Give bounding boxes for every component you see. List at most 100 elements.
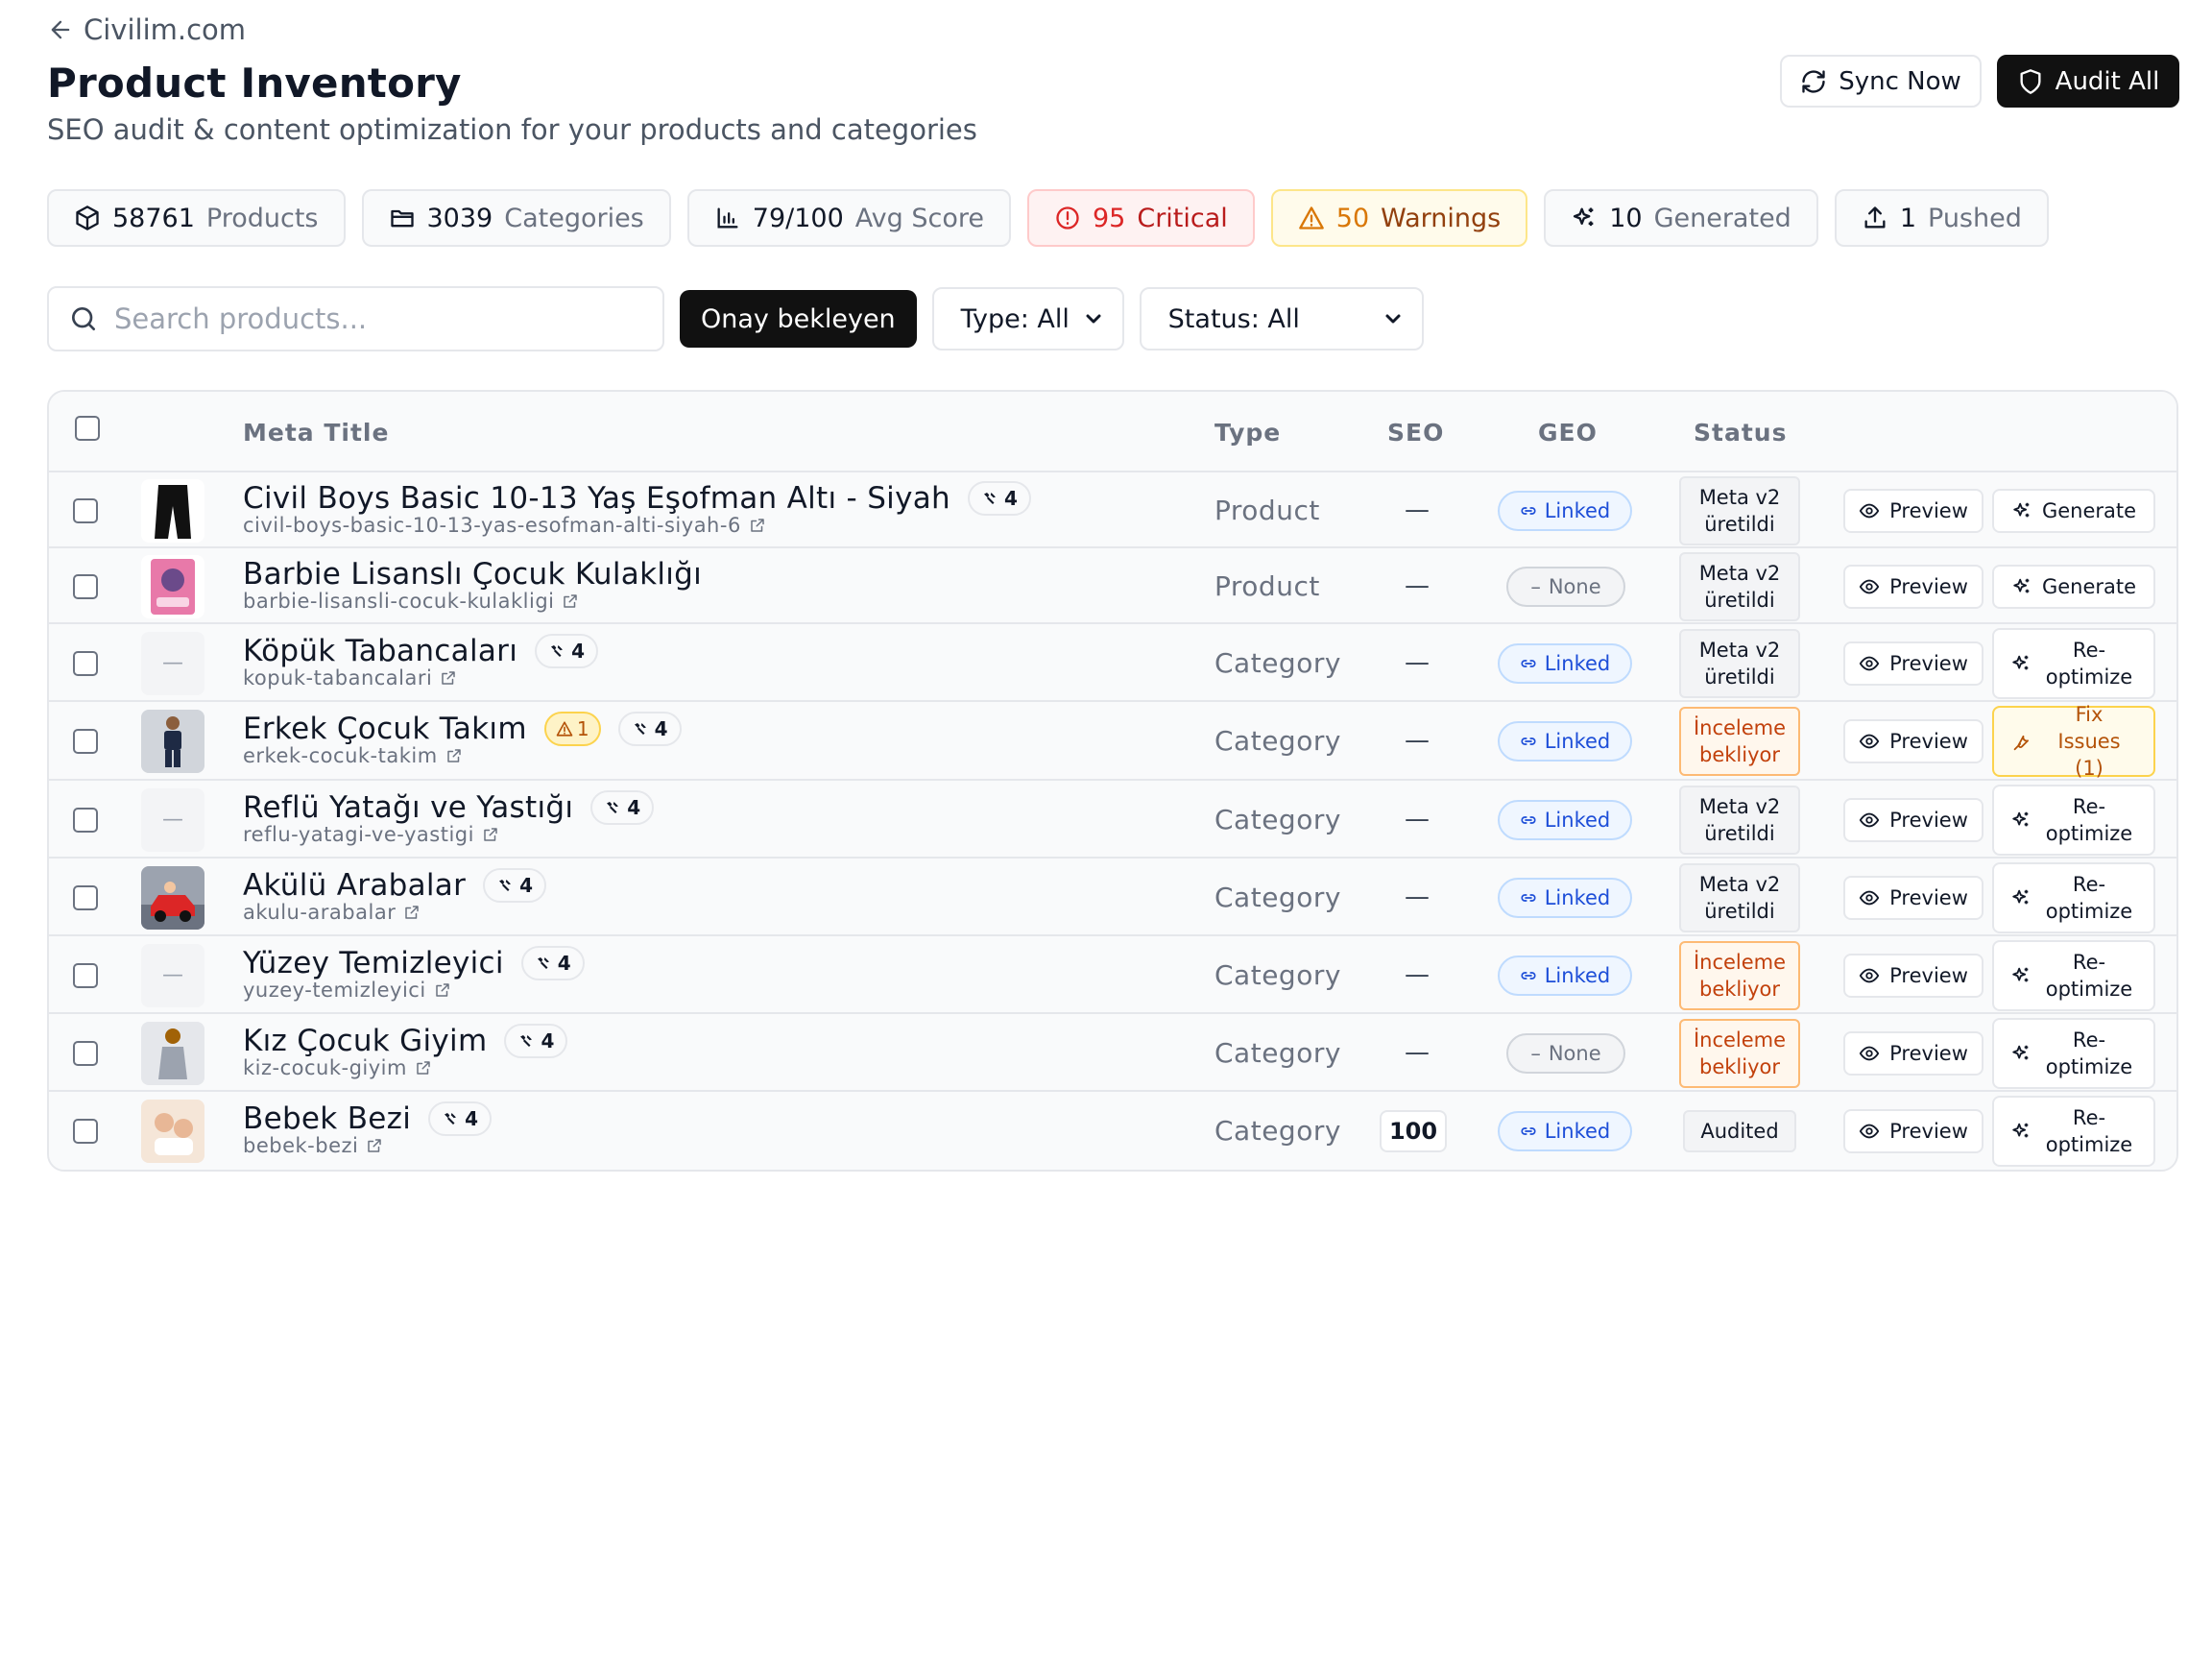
preview-button[interactable]: Preview — [1843, 797, 1984, 842]
row-checkbox[interactable] — [73, 1118, 98, 1144]
geo-linked-badge[interactable]: Linked — [1498, 799, 1632, 840]
external-link-icon[interactable] — [562, 593, 579, 610]
row-slug[interactable]: erkek-cocuk-takim — [243, 744, 463, 767]
column-seo[interactable]: SEO — [1387, 419, 1444, 447]
row-checkbox[interactable] — [73, 729, 98, 754]
stat-categories[interactable]: 3039 Categories — [361, 189, 671, 247]
external-link-icon[interactable] — [482, 826, 499, 843]
reoptimize-button[interactable]: Re- optimize — [1992, 627, 2155, 699]
generate-button[interactable]: Generate — [1992, 488, 2155, 533]
row-checkbox[interactable] — [73, 497, 98, 523]
preview-button[interactable]: Preview — [1843, 1030, 1984, 1076]
tool-count-badge[interactable]: 4 — [967, 480, 1031, 516]
table-row[interactable]: Bebek Bezi 4 bebek-bezi Category 100 Linked … — [49, 1092, 2176, 1170]
preview-button[interactable]: Preview — [1843, 564, 1984, 609]
reoptimize-button[interactable]: Re- optimize — [1992, 939, 2155, 1011]
row-checkbox[interactable] — [73, 1040, 98, 1066]
pending-approval-filter[interactable]: Onay bekleyen — [680, 290, 917, 348]
geo-linked-badge[interactable]: Linked — [1498, 721, 1632, 762]
tool-count-badge[interactable]: 4 — [428, 1101, 493, 1136]
geo-linked-badge[interactable]: Linked — [1498, 490, 1632, 531]
column-type[interactable]: Type — [1214, 419, 1281, 447]
fix-issues-button[interactable]: Fix Issues (1) — [1992, 703, 2155, 780]
preview-button[interactable]: Preview — [1843, 719, 1984, 763]
row-checkbox[interactable] — [73, 884, 98, 910]
tool-count-badge[interactable]: 4 — [617, 712, 682, 746]
external-link-icon[interactable] — [415, 1059, 432, 1076]
external-link-icon[interactable] — [366, 1137, 383, 1154]
preview-button[interactable]: Preview — [1843, 641, 1984, 686]
preview-button[interactable]: Preview — [1843, 488, 1984, 533]
row-slug[interactable]: civil-boys-basic-10-13-yas-esofman-alti-… — [243, 514, 766, 537]
row-slug[interactable]: kiz-cocuk-giyim — [243, 1056, 432, 1079]
back-link-label[interactable]: Civilim.com — [84, 13, 246, 46]
row-meta-title[interactable]: Reflü Yatağı ve Yastığı — [243, 790, 573, 825]
reoptimize-button[interactable]: Re- optimize — [1992, 784, 2155, 856]
row-slug[interactable]: kopuk-tabancalari — [243, 666, 457, 689]
stat-critical[interactable]: 95 Critical — [1026, 189, 1255, 247]
back-link[interactable]: Civilim.com — [47, 13, 246, 46]
row-slug[interactable]: reflu-yatagi-ve-yastigi — [243, 823, 499, 846]
type-select[interactable]: Type: All — [931, 287, 1124, 351]
stat-products[interactable]: 58761 Products — [47, 189, 346, 247]
row-checkbox[interactable] — [73, 650, 98, 676]
tool-count-badge[interactable]: 4 — [504, 1023, 568, 1058]
stat-pushed[interactable]: 1 Pushed — [1834, 189, 2049, 247]
table-row[interactable]: — Reflü Yatağı ve Yastığı 4 reflu-yatagi-… — [49, 781, 2176, 859]
table-row[interactable]: — Yüzey Temizleyici 4 yuzey-temizleyici Ca… — [49, 936, 2176, 1014]
table-row[interactable]: Kız Çocuk Giyim 4 kiz-cocuk-giyim Category… — [49, 1014, 2176, 1092]
stat-warnings[interactable]: 50 Warnings — [1270, 189, 1528, 247]
reoptimize-button[interactable]: Re- optimize — [1992, 861, 2155, 933]
external-link-icon[interactable] — [440, 669, 457, 687]
preview-button[interactable]: Preview — [1843, 875, 1984, 920]
external-link-icon[interactable] — [445, 747, 463, 764]
row-slug[interactable]: bebek-bezi — [243, 1134, 383, 1157]
stat-avg-score[interactable]: 79/100 Avg Score — [686, 189, 1011, 247]
preview-button[interactable]: Preview — [1843, 1108, 1984, 1153]
column-meta-title[interactable]: Meta Title — [243, 419, 389, 447]
tool-count-badge[interactable]: 4 — [520, 945, 585, 980]
row-checkbox[interactable] — [73, 573, 98, 599]
sync-now-button[interactable]: Sync Now — [1780, 55, 1982, 108]
generate-button[interactable]: Generate — [1992, 564, 2155, 609]
geo-linked-badge[interactable]: Linked — [1498, 642, 1632, 684]
issue-warning-badge[interactable]: 1 — [543, 712, 601, 746]
audit-all-button[interactable]: Audit All — [1997, 55, 2179, 108]
external-link-icon[interactable] — [749, 517, 766, 534]
preview-button[interactable]: Preview — [1843, 953, 1984, 998]
external-link-icon[interactable] — [403, 904, 421, 921]
stat-generated[interactable]: 10 Generated — [1544, 189, 1818, 247]
geo-linked-badge[interactable]: Linked — [1498, 1110, 1632, 1151]
table-row[interactable]: Akülü Arabalar 4 akulu-arabalar Category — L… — [49, 859, 2176, 936]
table-row[interactable]: Civil Boys Basic 10-13 Yaş Eşofman Altı … — [49, 472, 2176, 548]
row-meta-title[interactable]: Barbie Lisanslı Çocuk Kulaklığı — [243, 557, 702, 592]
row-meta-title[interactable]: Civil Boys Basic 10-13 Yaş Eşofman Altı … — [243, 481, 950, 516]
row-slug[interactable]: yuzey-temizleyici — [243, 979, 451, 1002]
geo-linked-badge[interactable]: Linked — [1498, 877, 1632, 918]
table-row[interactable]: Erkek Çocuk Takım 1 4 erkek-cocuk-takim Cat… — [49, 702, 2176, 781]
row-checkbox[interactable] — [73, 962, 98, 988]
row-meta-title[interactable]: Bebek Bezi — [243, 1101, 411, 1136]
row-checkbox[interactable] — [73, 807, 98, 833]
table-row[interactable]: — Köpük Tabancaları 4 kopuk-tabancalari Ca… — [49, 624, 2176, 702]
tool-count-badge[interactable]: 4 — [483, 867, 547, 903]
search-input[interactable]: Search products... — [47, 286, 664, 351]
row-slug[interactable]: akulu-arabalar — [243, 901, 421, 924]
row-meta-title[interactable]: Erkek Çocuk Takım — [243, 712, 527, 746]
column-status[interactable]: Status — [1694, 419, 1787, 447]
row-meta-title[interactable]: Akülü Arabalar — [243, 868, 466, 903]
external-link-icon[interactable] — [434, 981, 451, 999]
table-row[interactable]: Barbie Lisanslı Çocuk Kulaklığı barbie-l… — [49, 548, 2176, 624]
row-meta-title[interactable]: Köpük Tabancaları — [243, 634, 517, 668]
reoptimize-button[interactable]: Re- optimize — [1992, 1017, 2155, 1089]
row-meta-title[interactable]: Kız Çocuk Giyim — [243, 1024, 487, 1058]
row-slug[interactable]: barbie-lisansli-cocuk-kulakligi — [243, 590, 579, 613]
select-all-checkbox[interactable] — [75, 416, 100, 441]
reoptimize-button[interactable]: Re- optimize — [1992, 1095, 2155, 1167]
status-select[interactable]: Status: All — [1139, 287, 1424, 351]
tool-count-badge[interactable]: 4 — [535, 633, 599, 668]
column-geo[interactable]: GEO — [1538, 419, 1598, 447]
row-meta-title[interactable]: Yüzey Temizleyici — [243, 946, 504, 980]
geo-linked-badge[interactable]: Linked — [1498, 955, 1632, 996]
tool-count-badge[interactable]: 4 — [590, 789, 655, 825]
